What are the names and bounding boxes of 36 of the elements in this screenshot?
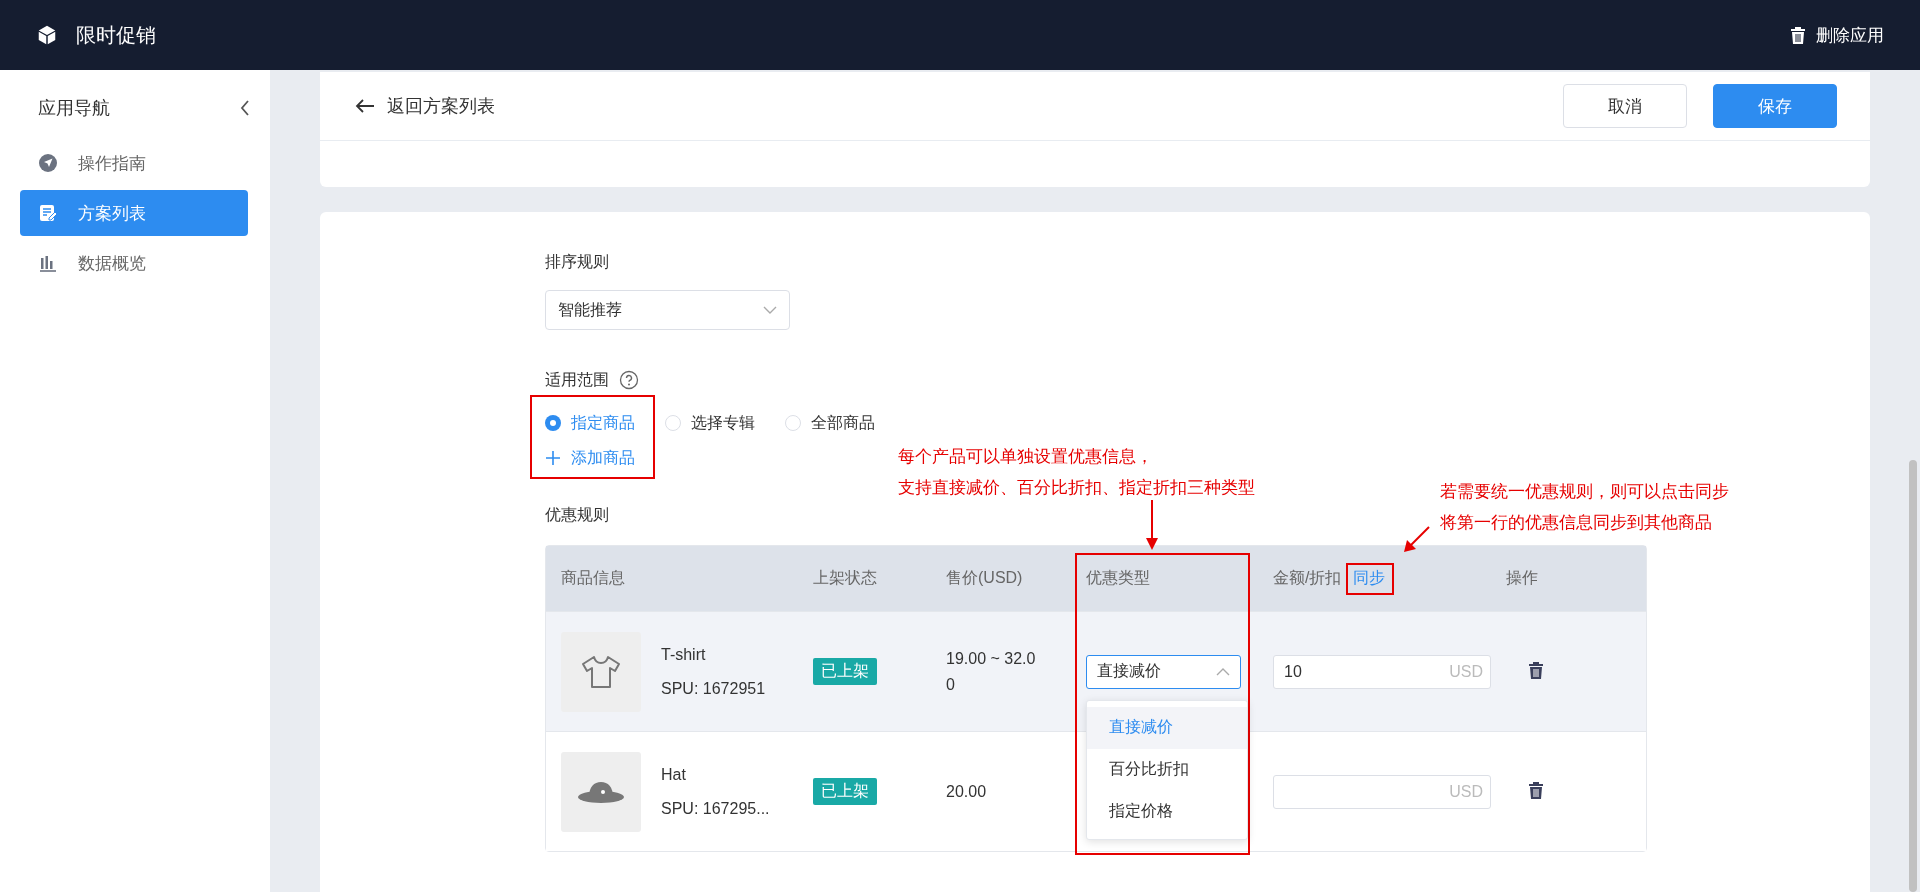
column-header: 操作 (1505, 568, 1539, 588)
column-header: 金额/折扣 (1273, 568, 1342, 588)
delete-app-button[interactable]: 删除应用 (1790, 23, 1884, 47)
discount-type-select[interactable]: 直接减价 (1086, 654, 1241, 689)
scope-radio[interactable]: 指定商品 (545, 413, 635, 433)
sidebar-item[interactable]: 数据概览 (20, 240, 248, 286)
product-name: Hat (661, 765, 687, 784)
unit-label: USD (1449, 662, 1483, 681)
annotation-note: 每个产品可以单独设置优惠信息， 支持直接减价、百分比折扣、指定折扣三种类型 (898, 445, 1255, 499)
back-link[interactable]: 返回方案列表 (355, 94, 495, 118)
dropdown-option[interactable]: 指定价格 (1087, 790, 1247, 833)
column-header: 优惠类型 (1085, 568, 1151, 588)
column-header: 商品信息 (560, 568, 626, 588)
add-product-link[interactable]: 添加商品 (545, 448, 635, 468)
price-text: 19.00 ~ 32.00 (946, 648, 1037, 695)
app-title: 限时促销 (76, 22, 156, 48)
sort-select[interactable]: 智能推荐 (545, 290, 790, 330)
product-spu: SPU: 167295... (661, 799, 770, 818)
column-header: 售价(USD) (945, 568, 1024, 588)
sort-label: 排序规则 (545, 252, 609, 272)
dropdown-option[interactable]: 百分比折扣 (1087, 748, 1247, 791)
scope-radio[interactable]: 选择专辑 (665, 413, 755, 433)
nav-title: 应用导航 (38, 97, 110, 120)
column-header: 上架状态 (812, 568, 878, 588)
unit-label: USD (1449, 782, 1483, 801)
annotation-note: 若需要统一优惠规则，则可以点击同步 将第一行的优惠信息同步到其他商品 (1440, 480, 1729, 534)
sidebar-item[interactable]: 操作指南 (20, 140, 248, 186)
price-text: 20.00 (946, 781, 988, 802)
scope-label: 适用范围 (545, 370, 609, 390)
product-spu: SPU: 1672951 (661, 679, 766, 698)
status-badge: 已上架 (813, 658, 877, 685)
cancel-button[interactable]: 取消 (1563, 84, 1687, 128)
scope-radio[interactable]: 全部商品 (785, 413, 875, 433)
rules-label: 优惠规则 (545, 505, 609, 525)
product-name: T-shirt (661, 645, 707, 664)
status-badge: 已上架 (813, 778, 877, 805)
